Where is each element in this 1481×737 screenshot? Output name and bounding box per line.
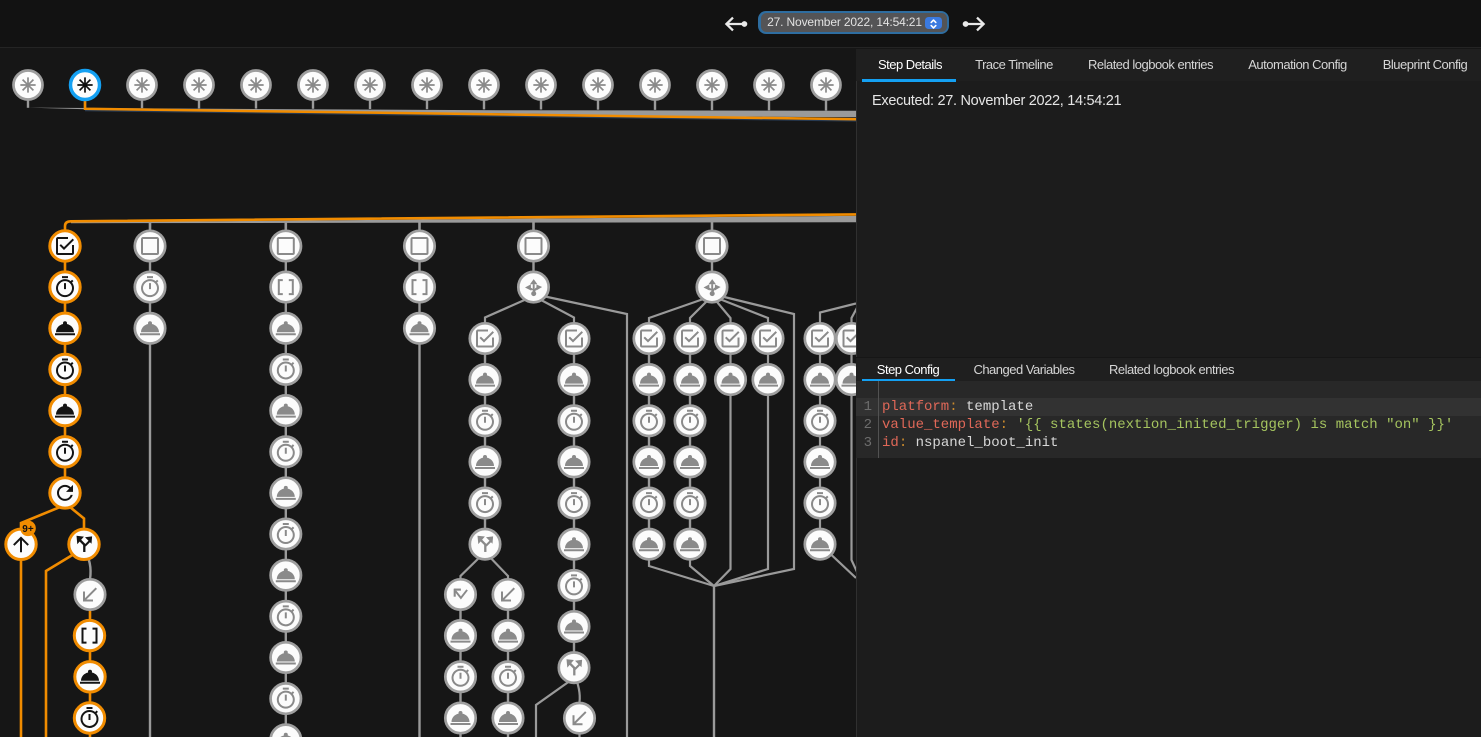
svg-text:9+: 9+ bbox=[22, 524, 34, 535]
